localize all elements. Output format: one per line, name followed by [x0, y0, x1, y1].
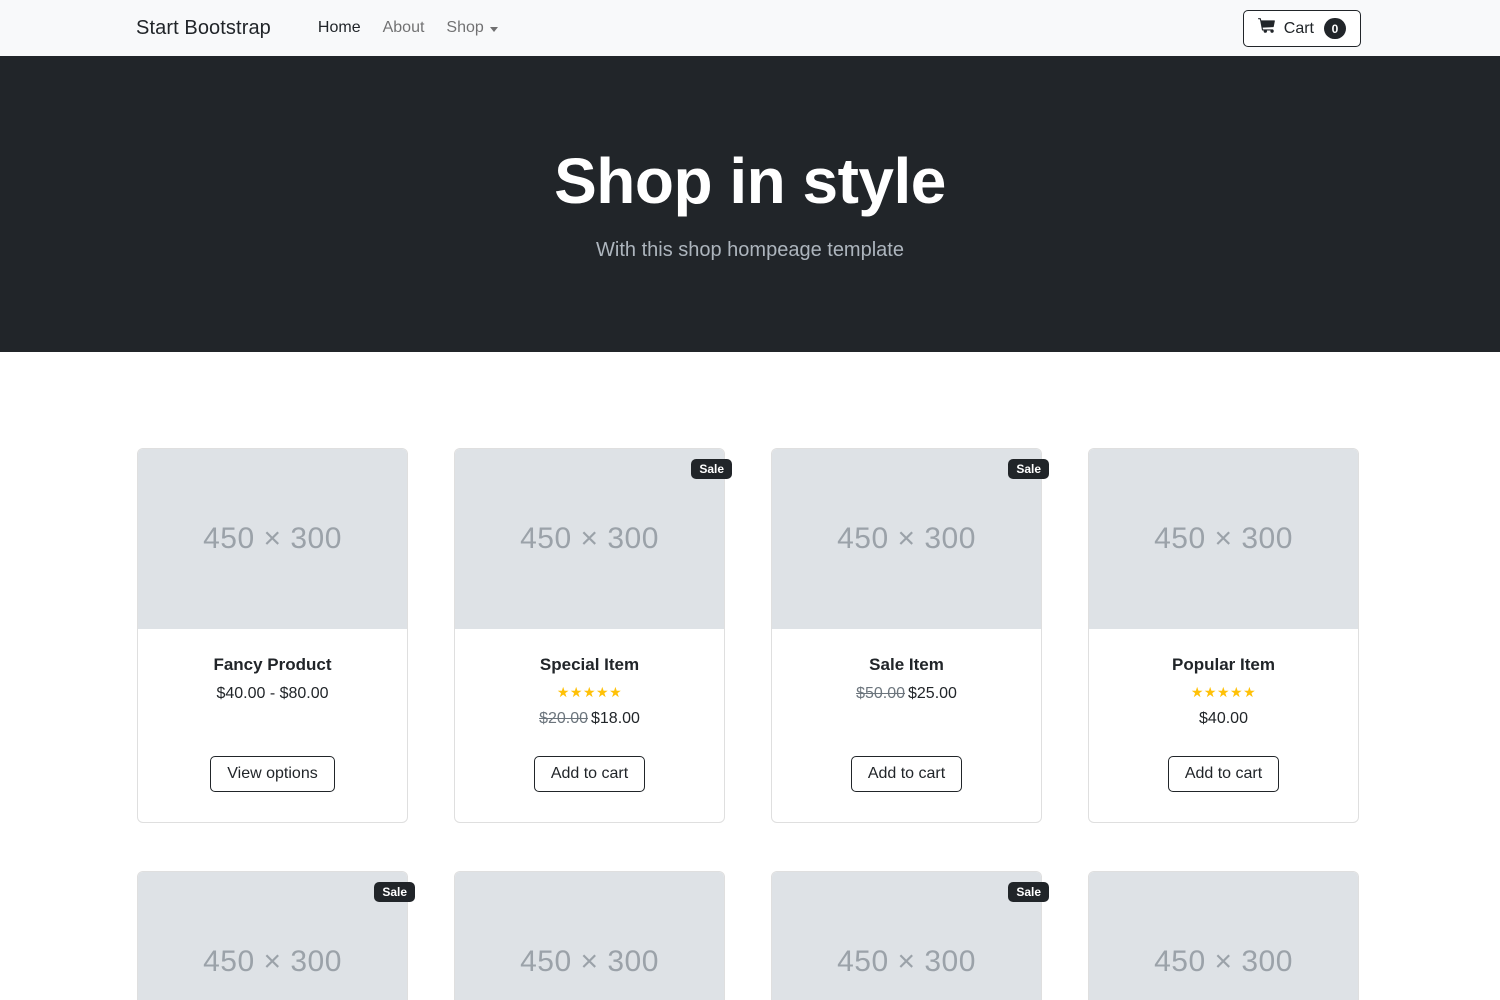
- product-price: $40.00 - $80.00: [154, 685, 391, 703]
- product-price: $40.00: [1105, 710, 1342, 728]
- product-price: $20.00 $18.00: [471, 710, 708, 728]
- product-price-original: $20.00: [539, 710, 588, 727]
- product-body: Popular Item ★★★★★ $40.00: [1089, 629, 1358, 728]
- cart-label: Cart: [1283, 19, 1314, 37]
- product-image-label: 450 × 300: [520, 945, 659, 978]
- product-body: Sale Item $50.00 $25.00: [772, 629, 1041, 728]
- product-card: 450 × 300: [454, 871, 725, 1000]
- product-image-label: 450 × 300: [203, 522, 342, 555]
- product-title: Sale Item: [869, 655, 944, 674]
- product-footer: Add to cart: [1089, 728, 1358, 822]
- sale-badge: Sale: [691, 459, 732, 479]
- product-price-current: $40.00: [1199, 710, 1248, 727]
- cart-button[interactable]: Cart 0: [1242, 10, 1361, 47]
- product-card: 450 × 300: [1088, 871, 1359, 1000]
- star-rating-icon: ★★★★★: [1190, 684, 1257, 700]
- product-card: 450 × 300 Sale: [771, 871, 1049, 1000]
- product-action-button[interactable]: Add to cart: [1167, 756, 1280, 792]
- nav-link-home[interactable]: Home: [318, 19, 361, 37]
- product-body: Fancy Product $40.00 - $80.00: [138, 629, 407, 728]
- product-image-label: 450 × 300: [837, 522, 976, 555]
- product-price-current: $25.00: [908, 685, 957, 702]
- sale-badge: Sale: [374, 882, 415, 902]
- product-image-placeholder: 450 × 300: [1089, 872, 1358, 1000]
- cart-count-badge: 0: [1324, 18, 1346, 39]
- product-action-button[interactable]: Add to cart: [850, 756, 963, 792]
- nav-link-shop-label: Shop: [446, 19, 484, 36]
- product-price-current: $18.00: [591, 710, 640, 727]
- chevron-down-icon: [489, 26, 498, 32]
- hero-subtitle: With this shop hompeage template: [596, 238, 904, 261]
- product-action-button[interactable]: Add to cart: [533, 756, 646, 792]
- product-card: 450 × 300 Popular Item ★★★★★ $40.00 Add to c…: [1088, 448, 1359, 823]
- products-section: 450 × 300 Fancy Product $40.00 - $80.00 Vie…: [0, 352, 1500, 1000]
- product-card: 450 × 300 Sale Special Item ★★★★★ $20.00 $18.…: [454, 448, 732, 823]
- sale-badge: Sale: [1008, 882, 1049, 902]
- product-price-original: $50.00: [856, 685, 905, 702]
- product-image-label: 450 × 300: [520, 522, 659, 555]
- sale-badge: Sale: [1008, 459, 1049, 479]
- product-price: $50.00 $25.00: [788, 685, 1025, 703]
- product-image-placeholder: 450 × 300 Sale: [138, 872, 415, 1000]
- product-title: Special Item: [539, 655, 640, 674]
- product-image-label: 450 × 300: [837, 945, 976, 978]
- product-image-label: 450 × 300: [1154, 522, 1293, 555]
- product-image-placeholder: 450 × 300: [1089, 449, 1358, 629]
- product-price-current: $40.00 - $80.00: [216, 685, 329, 702]
- product-image-placeholder: 450 × 300 Sale: [455, 449, 732, 629]
- nav-link-shop[interactable]: Shop: [446, 19, 498, 37]
- product-title: Fancy Product: [213, 655, 332, 674]
- navbar-nav: Home About Shop: [318, 19, 498, 37]
- product-image-placeholder: 450 × 300 Sale: [772, 872, 1049, 1000]
- product-card: 450 × 300 Fancy Product $40.00 - $80.00 Vie…: [137, 448, 408, 823]
- product-image-label: 450 × 300: [1154, 945, 1293, 978]
- product-card: 450 × 300 Sale Sale Item $50.00 $25.00 Add to…: [771, 448, 1049, 823]
- product-action-button[interactable]: View options: [210, 756, 335, 792]
- hero-header: Shop in style With this shop hompeage te…: [0, 56, 1500, 352]
- hero-title: Shop in style: [554, 145, 946, 218]
- product-body: Special Item ★★★★★ $20.00 $18.00: [455, 629, 724, 728]
- nav-link-home-label: Home: [317, 19, 361, 36]
- product-footer: Add to cart: [455, 728, 724, 822]
- product-footer: View options: [138, 728, 407, 822]
- product-image-placeholder: 450 × 300 Sale: [772, 449, 1049, 629]
- navbar-brand[interactable]: Start Bootstrap: [136, 17, 271, 40]
- product-title: Popular Item: [1172, 655, 1275, 674]
- shopping-cart-icon: [1257, 17, 1276, 40]
- product-grid: 450 × 300 Fancy Product $40.00 - $80.00 Vie…: [137, 448, 1363, 1000]
- navbar: Start Bootstrap Home About Shop Cart 0: [0, 0, 1500, 56]
- star-rating-icon: ★★★★★: [556, 684, 623, 700]
- product-image-label: 450 × 300: [203, 945, 342, 978]
- product-footer: Add to cart: [772, 728, 1041, 822]
- nav-link-about[interactable]: About: [383, 19, 425, 37]
- product-image-placeholder: 450 × 300: [455, 872, 724, 1000]
- nav-link-about-label: About: [382, 19, 425, 36]
- product-card: 450 × 300 Sale: [137, 871, 415, 1000]
- product-image-placeholder: 450 × 300: [138, 449, 407, 629]
